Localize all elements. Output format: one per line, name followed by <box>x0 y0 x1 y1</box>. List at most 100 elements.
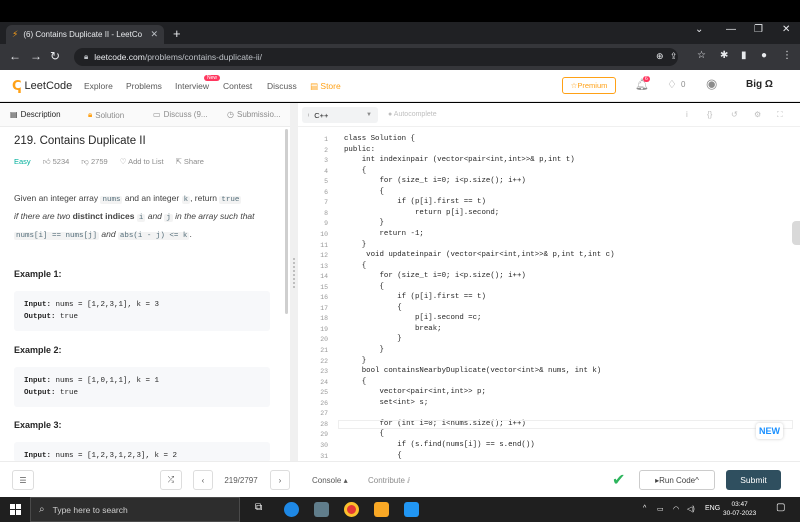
close-tab-icon[interactable]: ✕ <box>150 29 158 40</box>
premium-button[interactable]: ☆ Premium <box>562 77 616 94</box>
code-area[interactable]: 1 class Solution {2 public: 3 int indexinpa… <box>298 135 794 461</box>
app-icon[interactable] <box>314 502 329 517</box>
taskbar-search-input[interactable]: ⌕ Type here to search <box>30 497 240 522</box>
problem-pager: 219/2797 <box>224 476 258 485</box>
submissions-clock-icon: ◷ <box>227 110 234 119</box>
line-number: 19 <box>320 325 328 333</box>
code-line: { <box>344 282 384 291</box>
braces-icon[interactable]: {} <box>707 110 712 119</box>
reset-icon[interactable]: ↺ <box>731 110 738 119</box>
info-icon[interactable]: i <box>686 110 688 119</box>
tray-overflow-icon[interactable]: ^ <box>643 505 646 512</box>
shuffle-button[interactable]: ⤮ <box>160 470 182 490</box>
input-label: Input: <box>24 377 52 385</box>
line-number: 5 <box>324 178 328 186</box>
store-app-icon[interactable] <box>404 502 419 517</box>
settings-icon[interactable]: ⚙ <box>754 110 761 119</box>
tab-submissions[interactable]: ◷ Submissio... <box>227 110 281 119</box>
prev-problem-button[interactable]: ‹ <box>193 470 213 490</box>
edge-browser-icon[interactable] <box>284 502 299 517</box>
input-label: Input: <box>24 301 52 309</box>
run-code-button[interactable]: ▸ Run Code ^ <box>639 470 715 490</box>
line-number: 20 <box>320 336 328 344</box>
chrome-browser-icon[interactable] <box>344 502 359 517</box>
autocomplete-toggle[interactable]: ● Autocomplete <box>388 111 437 118</box>
submit-button[interactable]: Submit <box>726 470 781 490</box>
editor-side-tab[interactable] <box>792 221 800 245</box>
line-number: 10 <box>320 230 328 238</box>
extensions-icon[interactable]: ✱ <box>720 50 728 61</box>
line-number: 31 <box>320 452 328 460</box>
nav-discuss[interactable]: Discuss <box>267 81 297 91</box>
editor-toolbar: ᶦ C++ ▼ ● Autocomplete i {} ↺ ⚙ ⛶ <box>298 103 800 127</box>
share-button[interactable]: ⇱ Share <box>176 157 204 167</box>
like-button[interactable]: 👍︎ 5234 <box>43 157 70 167</box>
back-icon[interactable]: ← <box>9 49 21 63</box>
restore-icon[interactable]: ❐ <box>754 24 763 35</box>
line-number: 9 <box>324 220 328 228</box>
volume-icon[interactable]: ◁) <box>687 505 695 513</box>
profile-icon[interactable]: ● <box>761 50 767 61</box>
new-feature-button[interactable]: NEW <box>756 423 783 439</box>
language-indicator[interactable]: ENG <box>705 505 720 512</box>
fullscreen-icon[interactable]: ⛶ <box>777 110 783 120</box>
autocomplete-label: Autocomplete <box>393 111 437 118</box>
desc-text: in the array such that <box>172 211 255 221</box>
browser-menu-icon[interactable]: ⋮ <box>782 50 792 61</box>
dislike-count: 2759 <box>91 157 108 166</box>
tab-discuss[interactable]: ▭ Discuss (9... <box>153 110 208 119</box>
task-view-icon[interactable]: ⧉ <box>255 502 262 513</box>
contribute-link[interactable]: Contribute ⅈ <box>368 476 410 485</box>
code-line: for (size_t i=0; i<p.size(); i++) <box>344 272 526 281</box>
store-icon: ▤ <box>310 81 321 91</box>
nav-explore[interactable]: Explore <box>84 81 113 91</box>
nav-contest[interactable]: Contest <box>223 81 252 91</box>
file-explorer-icon[interactable] <box>374 502 389 517</box>
dislike-button[interactable]: 👎︎ 2759 <box>81 157 107 167</box>
clock[interactable]: 03:47 30-07-2023 <box>723 500 756 518</box>
close-window-icon[interactable]: ✕ <box>782 24 790 35</box>
accepted-check-icon: ✔ <box>612 472 626 489</box>
nav-store[interactable]: ▤ Store <box>310 81 341 92</box>
next-problem-button[interactable]: › <box>270 470 290 490</box>
battery-icon[interactable]: ▭ <box>657 505 664 513</box>
browser-tab[interactable]: ⚡ (6) Contains Duplicate II - LeetCo ✕ <box>6 25 164 44</box>
language-select[interactable]: ᶦ C++ ▼ <box>302 107 378 123</box>
side-panel-icon[interactable]: ▮ <box>741 50 747 61</box>
desc-code: true <box>219 196 242 204</box>
code-line: { <box>344 303 402 312</box>
logo-text: LeetCode <box>24 80 73 92</box>
console-label: Console <box>312 476 342 485</box>
nav-problems[interactable]: Problems <box>126 81 162 91</box>
tab-solution[interactable]: 🔒︎ Solution <box>88 110 124 120</box>
problem-list-button[interactable]: ☰ <box>12 470 34 490</box>
notifications-icon[interactable]: ▢ <box>776 502 785 513</box>
avatar-icon[interactable]: ◉ <box>706 76 717 92</box>
forward-icon[interactable]: → <box>30 49 42 63</box>
leetcode-logo[interactable]: ↅ LeetCode <box>12 78 72 94</box>
panel-splitter[interactable] <box>290 103 298 461</box>
console-toggle[interactable]: Console ▴ <box>312 476 348 485</box>
tab-search-icon[interactable]: ⌄ <box>695 24 703 35</box>
address-bar[interactable]: 🔒︎ leetcode.com/problems/contains-duplic… <box>74 48 678 66</box>
nav-interview[interactable]: Interview <box>175 81 209 91</box>
url-path: /problems/contains-duplicate-ii/ <box>144 52 262 62</box>
new-tab-icon[interactable]: + <box>173 26 181 41</box>
thumbs-down-icon: 👎︎ <box>81 157 91 166</box>
minimize-icon[interactable]: — <box>726 24 736 35</box>
description-panel: ▤ Description 🔒︎ Solution ▭ Discuss (9... ◷… <box>0 103 290 462</box>
coin-icon[interactable]: ♢ <box>667 78 677 91</box>
windows-start-icon[interactable] <box>10 504 21 515</box>
share-page-icon[interactable]: ⇪ <box>670 51 678 62</box>
bookmark-star-icon[interactable]: ☆ <box>697 50 706 61</box>
tab-description[interactable]: ▤ Description <box>10 110 61 119</box>
zoom-icon[interactable]: ⊕ <box>656 51 664 62</box>
reload-icon[interactable]: ↻ <box>50 49 60 63</box>
big-o-brand[interactable]: Big Ω <box>746 79 773 90</box>
add-to-list-button[interactable]: ♡ Add to List <box>120 157 164 167</box>
wifi-icon[interactable]: ◠ <box>673 505 679 513</box>
share-icon: ⇱ <box>175 157 184 166</box>
description-scrollbar[interactable] <box>285 129 288 314</box>
line-number: 15 <box>320 283 328 291</box>
premium-star-icon: ☆ <box>570 81 578 90</box>
